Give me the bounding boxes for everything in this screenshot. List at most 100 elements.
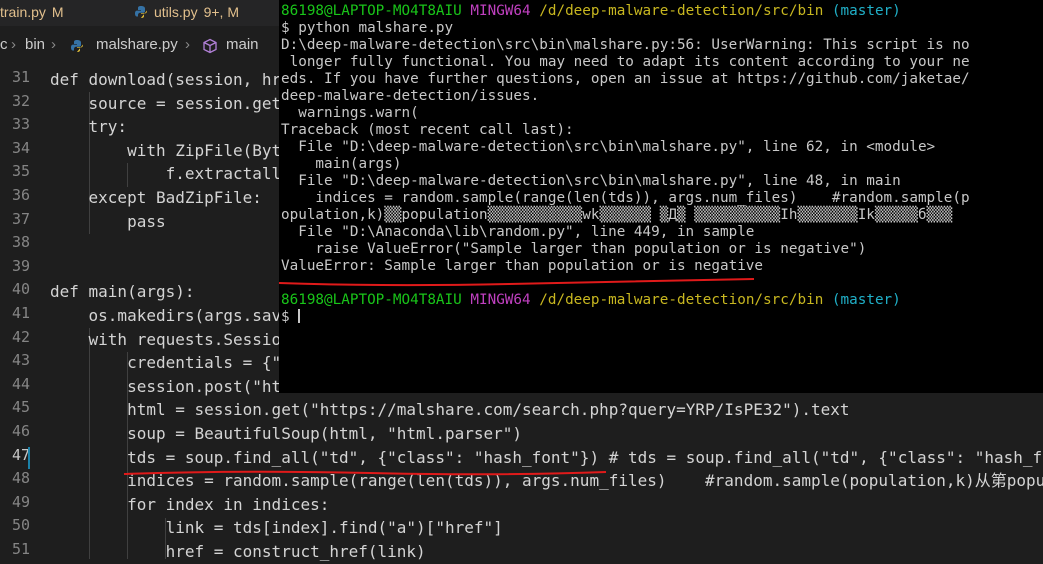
code-line: link = tds[index].find("a")["href"]	[50, 516, 503, 540]
terminal-prompt: 86198@LAPTOP-MO4T8AIU MINGW64 /d/deep-ma…	[281, 3, 901, 20]
breadcrumb-item[interactable]: c	[0, 36, 8, 53]
prompt-env: MINGW64	[470, 292, 531, 308]
prompt-path: /d/deep-malware-detection/src/bin	[539, 3, 824, 19]
terminal-output-line: File "D:\Anaconda\lib\random.py", line 4…	[281, 224, 755, 240]
tab-status: 9+, M	[203, 4, 239, 20]
line-number: 34	[11, 138, 30, 157]
code-line-text: def main(args):	[50, 282, 195, 302]
tab-status: M	[51, 4, 64, 20]
text-cursor	[298, 309, 301, 323]
code-line: f.extractall	[50, 162, 282, 186]
terminal-output-line: Traceback (most recent call last):	[281, 122, 574, 138]
code-line-text: session.post("ht	[50, 376, 282, 396]
code-line: source = session.get	[50, 92, 282, 116]
tab-label: train.py	[0, 4, 46, 20]
python-file-icon	[70, 39, 84, 57]
modified-line-marker	[28, 447, 30, 469]
terminal-window[interactable]: 86198@LAPTOP-MO4T8AIU MINGW64 /d/deep-ma…	[279, 0, 1043, 393]
breadcrumb-item[interactable]: main	[226, 36, 259, 53]
cube-icon	[202, 38, 218, 58]
code-line: with ZipFile(Byt	[50, 139, 281, 163]
code-line-text: link = tds[index].find("a")["href"]	[50, 518, 503, 538]
terminal-command: $ python malshare.py	[281, 20, 454, 36]
code-line: href = construct_href(link)	[50, 540, 426, 564]
tab-train-py[interactable]: train.py M	[0, 0, 64, 26]
code-line: soup = BeautifulSoup(html, "html.parser"…	[50, 422, 522, 446]
input-prompt: $	[281, 309, 299, 325]
red-underline-annotation	[279, 278, 755, 287]
terminal-output-line: raise ValueError("Sample larger than pop…	[281, 241, 867, 257]
chevron-right-icon: ›	[51, 36, 56, 53]
line-number: 31	[11, 68, 30, 86]
code-line-text: try:	[50, 117, 128, 137]
code-line-text: credentials = {"	[50, 353, 282, 373]
line-number: 32	[11, 91, 30, 110]
line-number-current: 47	[11, 445, 30, 464]
tab-label: utils.py	[154, 4, 198, 20]
line-number: 38	[11, 233, 30, 252]
line-number: 35	[11, 162, 30, 181]
terminal-output-line: D:\deep-malware-detection\src\bin\malsha…	[281, 37, 970, 53]
prompt-branch: (master)	[831, 292, 901, 308]
line-number: 46	[11, 422, 30, 440]
code-line-text: with ZipFile(Byt	[50, 140, 282, 160]
code-line: except BadZipFile:	[50, 186, 262, 210]
code-line-text: os.makedirs(args.sav	[50, 306, 282, 325]
tab-utils-py[interactable]: utils.py 9+, M	[134, 0, 239, 26]
code-line: try:	[50, 115, 128, 139]
terminal-output-line: longer fully functional. You may need to…	[281, 54, 970, 70]
red-underline-annotation	[123, 470, 607, 476]
code-line-text: f.extractall	[50, 164, 282, 184]
code-line-text: source = session.get	[50, 93, 282, 113]
code-line: def download(session, hre	[50, 68, 291, 92]
chevron-right-icon: ›	[11, 36, 16, 53]
line-number: 41	[11, 304, 30, 322]
terminal-input[interactable]: $	[281, 309, 301, 326]
line-number: 50	[11, 516, 30, 535]
code-line-text: pass	[50, 211, 166, 231]
terminal-output-line: warnings.warn(	[281, 105, 419, 121]
line-number: 37	[11, 209, 30, 228]
line-number: 44	[11, 374, 30, 393]
line-number: 33	[11, 115, 30, 134]
code-line: credentials = {"	[50, 351, 281, 375]
terminal-output-line: indices = random.sample(range(len(tds)),…	[281, 190, 970, 206]
terminal-output-line: File "D:\deep-malware-detection\src\bin\…	[281, 173, 901, 189]
terminal-output-line: File "D:\deep-malware-detection\src\bin\…	[281, 139, 936, 155]
python-file-icon	[134, 2, 148, 18]
line-number: 36	[11, 186, 30, 204]
code-editor[interactable]: def download(session, hre source = sessi…	[50, 68, 1043, 561]
code-line: html = session.get("https://malshare.com…	[50, 398, 850, 422]
prompt-user: 86198@LAPTOP-MO4T8AIU	[281, 292, 462, 308]
line-number: 51	[11, 540, 30, 558]
breadcrumb-item[interactable]: malshare.py	[96, 36, 178, 53]
terminal-output-line: eds. If you have further questions, open…	[281, 71, 970, 87]
code-line: for index in indices:	[50, 493, 329, 517]
code-line: session.post("ht	[50, 375, 281, 399]
terminal-prompt: 86198@LAPTOP-MO4T8AIU MINGW64 /d/deep-ma…	[281, 292, 901, 309]
prompt-env: MINGW64	[470, 3, 531, 19]
code-line-current: tds = soup.find_all("td", {"class": "has…	[50, 446, 1043, 470]
line-number: 40	[11, 280, 30, 299]
code-line: def main(args):	[50, 280, 195, 304]
code-line: os.makedirs(args.sav	[50, 304, 282, 328]
code-line-text: soup = BeautifulSoup(html, "html.parser"…	[50, 424, 523, 443]
code-line-text: href = construct_href(link)	[50, 542, 426, 561]
line-number: 48	[11, 469, 30, 488]
terminal-output-line: main(args)	[281, 156, 402, 172]
line-number: 45	[11, 398, 30, 417]
code-line: pass	[50, 210, 166, 234]
code-line-text: def download(session, hre	[50, 70, 291, 89]
chevron-right-icon: ›	[185, 36, 190, 53]
line-number: 43	[11, 351, 30, 370]
code-line-text: tds = soup.find_all("td", {"class": "has…	[50, 447, 1043, 467]
line-number: 42	[11, 327, 30, 346]
line-number: 39	[11, 256, 30, 275]
prompt-branch: (master)	[831, 3, 901, 19]
code-line-text: html = session.get("https://malshare.com…	[50, 400, 850, 420]
prompt-user: 86198@LAPTOP-MO4T8AIU	[281, 3, 462, 19]
code-line-text: with requests.Sessio	[50, 329, 282, 349]
prompt-path: /d/deep-malware-detection/src/bin	[539, 292, 824, 308]
code-line-text: except BadZipFile:	[50, 188, 262, 207]
breadcrumb-item[interactable]: bin	[25, 36, 45, 53]
